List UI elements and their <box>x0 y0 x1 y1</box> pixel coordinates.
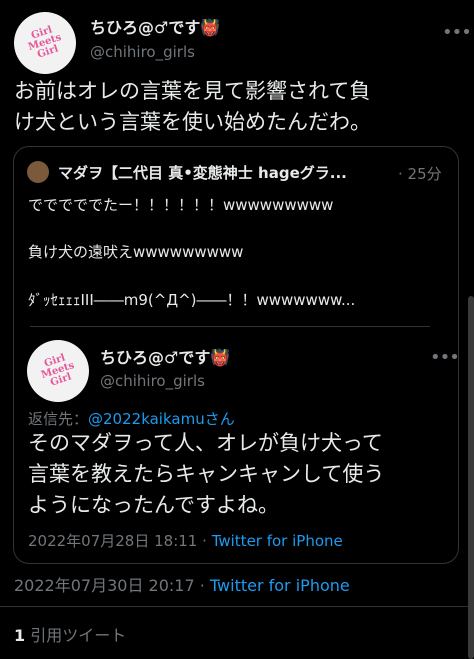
quoted-time: · 25分 <box>398 165 442 183</box>
quoted-text-line: 負け犬の遠吠えwwwwwwwww <box>28 243 244 261</box>
quoted-text-line: でででででたー！！！！！！wwwwwwwww <box>28 196 334 214</box>
reply-avatar[interactable]: Girl Meets Girl <box>27 340 89 402</box>
scrollbar[interactable] <box>468 296 474 659</box>
tweet-meta: 2022年07月30日 20:17 · Twitter for iPhone <box>14 572 350 596</box>
avatar-logo: Girl Meets Girl <box>26 24 63 61</box>
quoted-avatar <box>27 161 49 183</box>
replying-to: 返信先：@2022kaikamuさん <box>28 408 235 429</box>
meta-separator: · <box>202 532 207 550</box>
tweet-source-link[interactable]: Twitter for iPhone <box>210 576 350 595</box>
tweet-text-line: け犬という言葉を使い始めたんだわ。 <box>14 110 371 134</box>
quoted-display-name: マダヲ【二代目 真•変態神士 hageグラ... <box>58 164 347 182</box>
reply-text-line: ようになったんですよね。 <box>28 493 279 517</box>
more-options-icon[interactable]: ••• <box>442 22 472 43</box>
reply-display-name-text: ちひろ@♂です <box>100 348 211 367</box>
user-handle[interactable]: @chihiro_girls <box>90 43 195 61</box>
reply-avatar-logo: Girl Meets Girl <box>39 352 76 389</box>
meta-separator: · <box>199 576 205 595</box>
replying-to-user-link[interactable]: @2022kaikamuさん <box>88 410 235 428</box>
reply-meta: 2022年07月28日 18:11 · Twitter for iPhone <box>28 530 343 551</box>
reply-handle[interactable]: @chihiro_girls <box>100 372 205 390</box>
reply-source-link[interactable]: Twitter for iPhone <box>212 532 343 550</box>
display-name-text: ちひろ@♂です <box>90 18 201 37</box>
tweet-text: お前はオレの言葉を見て影響されて負 け犬という言葉を使い始めたんだわ。 <box>14 76 464 138</box>
avatar[interactable]: Girl Meets Girl <box>14 12 76 74</box>
demon-emoji-icon: 👹 <box>200 18 221 37</box>
reply-text: そのマダヲって人、オレが負け犬って 言葉を教えたらキャンキャンして使う ようにな… <box>28 428 448 521</box>
quote-tweets-link[interactable]: 1 引用ツイート <box>14 622 126 646</box>
tweet-text-line: お前はオレの言葉を見て影響されて負 <box>14 79 371 103</box>
reply-text-line: 言葉を教えたらキャンキャンして使う <box>28 462 385 486</box>
reply-timestamp[interactable]: 2022年07月28日 18:11 <box>28 532 197 550</box>
quoted-time-ago: 25分 <box>407 165 442 183</box>
reply-text-line: そのマダヲって人、オレが負け犬って <box>28 431 383 455</box>
demon-emoji-icon: 👹 <box>210 348 231 367</box>
quote-count: 1 <box>14 626 26 645</box>
reply-display-name[interactable]: ちひろ@♂です👹 <box>100 344 230 368</box>
quote-label: 引用ツイート <box>30 626 127 645</box>
tweet-timestamp[interactable]: 2022年07月30日 20:17 <box>14 576 195 595</box>
replying-to-label: 返信先： <box>28 410 89 428</box>
reply-more-options-icon[interactable]: ••• <box>430 347 460 368</box>
quoted-text-line: ﾀﾞｯｾｪｪｪIII――m9(^Д^)――！！wwwwwww... <box>28 291 356 309</box>
divider <box>0 606 474 607</box>
display-name[interactable]: ちひろ@♂です👹 <box>90 14 220 38</box>
divider <box>30 326 430 327</box>
